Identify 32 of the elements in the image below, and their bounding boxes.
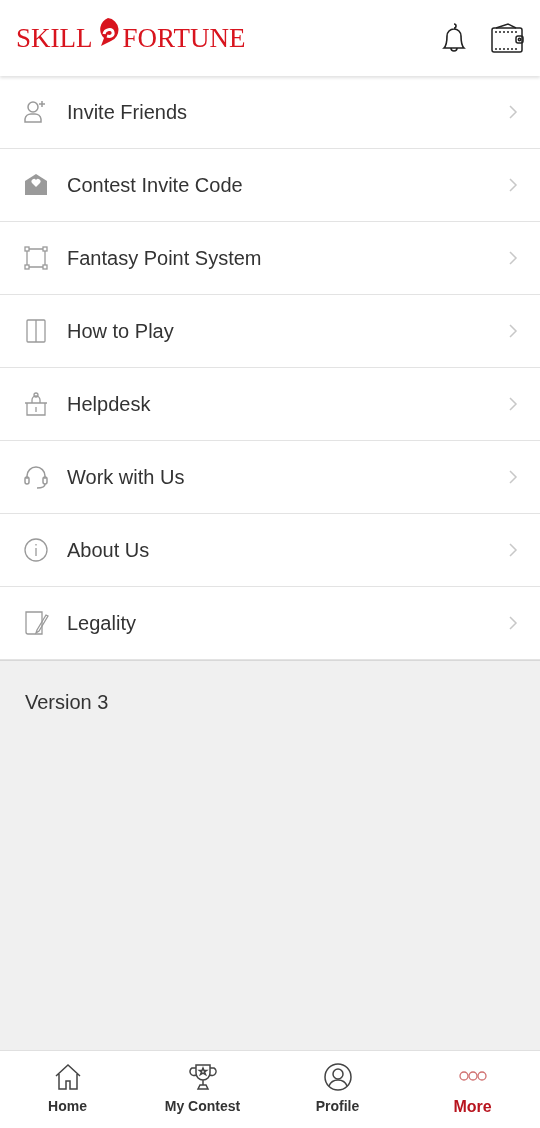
chevron-right-icon: [508, 615, 518, 631]
chevron-right-icon: [508, 177, 518, 193]
info-icon: [22, 536, 50, 564]
nav-tab[interactable]: My Contest: [135, 1051, 270, 1128]
menu-item[interactable]: Invite Friends: [0, 76, 540, 149]
more-icon: [457, 1070, 488, 1081]
desk-icon: [22, 390, 50, 418]
menu-item[interactable]: Helpdesk: [0, 368, 540, 441]
logo-text: SKILL: [16, 21, 93, 55]
trophy-icon: [187, 1062, 218, 1092]
nav-tab[interactable]: Profile: [270, 1051, 405, 1128]
profile-icon: [322, 1062, 353, 1092]
headset-icon: [22, 463, 50, 491]
menu-item[interactable]: About Us: [0, 514, 540, 587]
chevron-right-icon: [508, 323, 518, 339]
frame-icon: [22, 244, 50, 272]
version-text: Version 3: [25, 691, 109, 713]
chevron-right-icon: [508, 469, 518, 485]
menu-item[interactable]: Legality: [0, 587, 540, 660]
chevron-right-icon: [508, 104, 518, 120]
menu-item[interactable]: Work with Us: [0, 441, 540, 514]
document-pen-icon: [22, 609, 50, 637]
menu-item[interactable]: Fantasy Point System: [0, 222, 540, 295]
chevron-right-icon: [508, 542, 518, 558]
chevron-right-icon: [508, 396, 518, 412]
nav-tab[interactable]: More: [405, 1051, 540, 1128]
nav-tab[interactable]: Home: [0, 1051, 135, 1128]
chevron-right-icon: [508, 250, 518, 266]
menu-item[interactable]: Contest Invite Code: [0, 149, 540, 222]
logo-text: FORTUNE: [122, 21, 246, 55]
wallet-icon[interactable]: [490, 22, 524, 54]
menu-item[interactable]: How to Play: [0, 295, 540, 368]
